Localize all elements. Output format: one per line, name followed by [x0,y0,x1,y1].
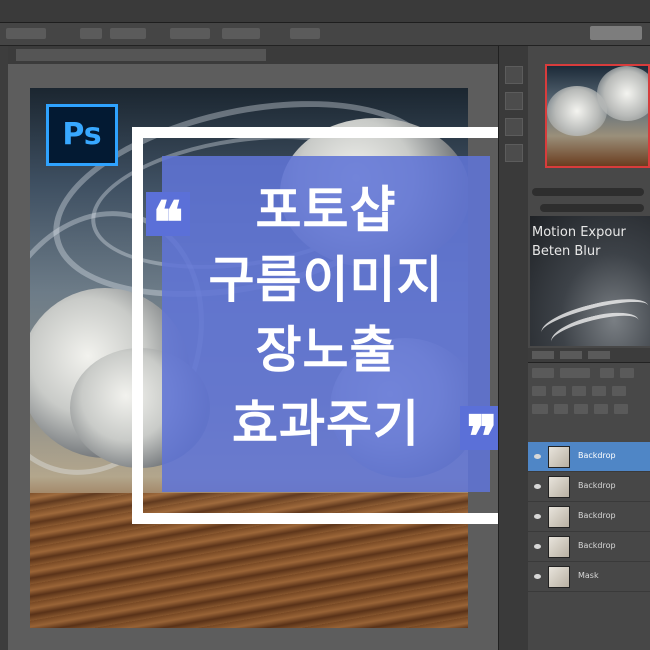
eye-icon[interactable] [534,514,541,519]
panel-tab[interactable] [532,351,554,359]
workspace-switcher-button[interactable] [590,26,642,40]
headline-line-4: 효과주기 [232,395,420,453]
history-icon[interactable] [505,66,523,84]
panel-tab[interactable] [588,351,610,359]
options-bar [0,23,650,46]
layer-name: Mask [578,571,599,580]
photoshop-logo: Ps [46,104,118,166]
headline-line-1: 포토샵 [255,181,397,239]
zoom-slider[interactable] [532,188,644,196]
brush-icon[interactable] [505,144,523,162]
swatches-icon[interactable] [505,118,523,136]
layer-thumbnail [548,506,570,528]
lock-icon[interactable] [612,386,626,396]
layer-name: Backdrop [578,511,616,520]
lock-icon[interactable] [592,386,606,396]
eye-icon[interactable] [534,454,541,459]
headline-line-3: 장노출 [255,321,397,379]
menu-bar [0,0,650,23]
layer-name: Backdrop [578,541,616,550]
cloud [597,66,648,121]
layer-row[interactable]: Backdrop [528,502,650,532]
panel-icon-strip [498,46,529,650]
lock-controls [530,386,648,396]
option-chip[interactable] [80,28,102,39]
layer-row[interactable]: Backdrop [528,532,650,562]
headline-line-2: 구름이미지 [208,251,444,309]
eye-icon[interactable] [534,484,541,489]
layer-thumbnail [548,476,570,498]
option-chip[interactable] [110,28,146,39]
option-chip[interactable] [170,28,210,39]
layer-name: Backdrop [578,481,616,490]
option-chip[interactable] [222,28,260,39]
document-tab[interactable] [16,49,266,61]
filter-name-line-1: Motion Expour [532,225,626,240]
amount-slider[interactable] [540,204,644,212]
eye-icon[interactable] [534,544,541,549]
blend-mode-select[interactable] [532,368,554,378]
layer-thumbnail [548,446,570,468]
layer-thumbnail [548,566,570,588]
layer-row[interactable]: Backdrop [528,442,650,472]
option-chip[interactable] [560,368,590,378]
option-chip[interactable] [620,368,634,378]
lock-icon[interactable] [572,386,586,396]
option-chip[interactable] [574,404,588,414]
layer-thumbnail [548,536,570,558]
option-chip[interactable] [600,368,614,378]
properties-icon[interactable] [505,92,523,110]
option-chip[interactable] [554,404,568,414]
blend-controls [530,368,648,378]
document-tab-bar [8,46,498,65]
panel-tab[interactable] [560,351,582,359]
opacity-controls [530,404,648,414]
layers-panel-tabs [528,348,650,363]
layer-row[interactable]: Backdrop [528,472,650,502]
option-chip[interactable] [532,404,548,414]
option-chip[interactable] [594,404,608,414]
navigator-preview[interactable] [545,64,650,168]
filter-name-line-2: Beten Blur [532,244,601,259]
lock-icon[interactable] [552,386,566,396]
option-chip[interactable] [614,404,628,414]
option-chip[interactable] [290,28,320,39]
layer-row[interactable]: Mask [528,562,650,592]
eye-icon[interactable] [534,574,541,579]
tool-preset-picker[interactable] [6,28,46,39]
lock-icon[interactable] [532,386,546,396]
layer-name: Backdrop [578,451,616,460]
